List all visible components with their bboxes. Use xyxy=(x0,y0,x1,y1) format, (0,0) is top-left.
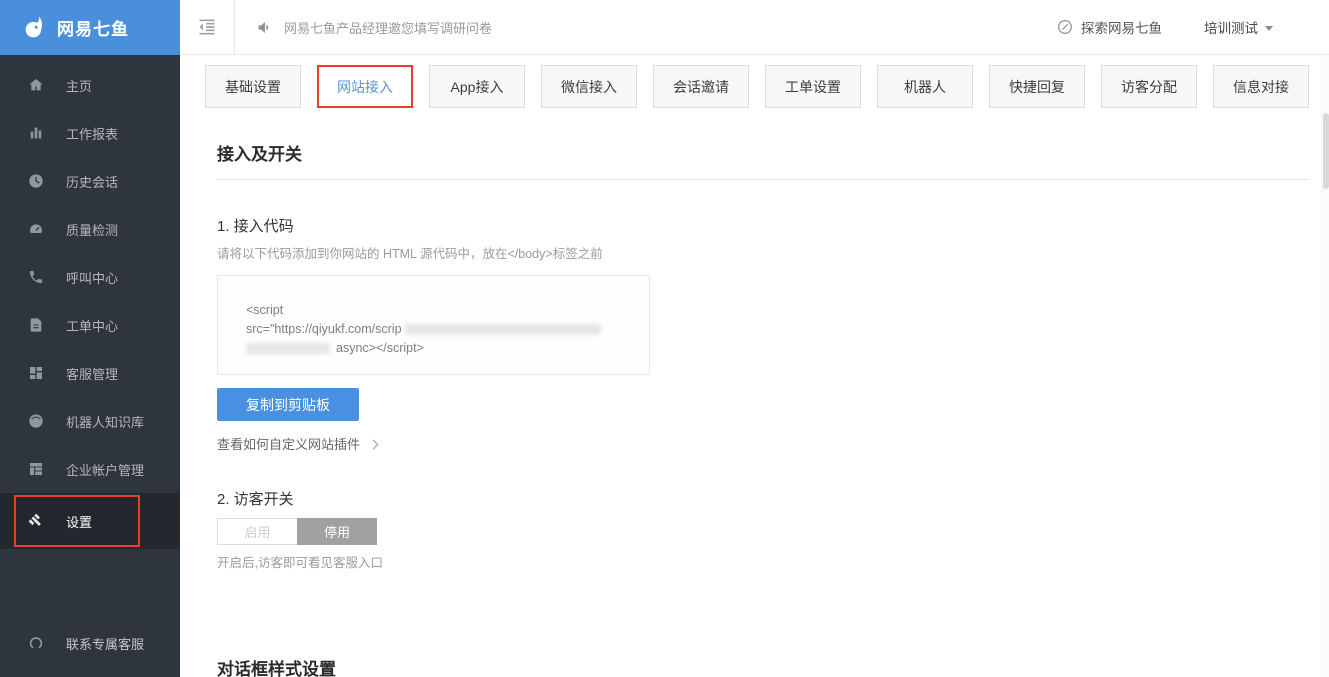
sidebar-item-agent-management[interactable]: 客服管理 xyxy=(0,349,180,397)
tab-visitor-assignment[interactable]: 访客分配 xyxy=(1101,65,1197,108)
sidebar-item-call-center[interactable]: 呼叫中心 xyxy=(0,253,180,301)
app-window: 网易七鱼 主页 工作报表 历史会话 质量检测 呼叫中心 工单中心 客服管理 机器… xyxy=(0,0,1329,677)
qiyu-fish-icon xyxy=(25,16,43,37)
sidebar-item-label: 呼叫中心 xyxy=(66,270,119,286)
tab-ticket-settings[interactable]: 工单设置 xyxy=(765,65,861,108)
headset-icon xyxy=(29,637,43,649)
section-heading-dialog-style: 对话框样式设置 xyxy=(217,655,1309,677)
sidebar-menu: 主页 工作报表 历史会话 质量检测 呼叫中心 工单中心 客服管理 机器人知识库 … xyxy=(0,55,180,549)
sidebar-item-quality[interactable]: 质量检测 xyxy=(0,205,180,253)
customize-plugin-link-label: 查看如何自定义网站插件 xyxy=(217,437,361,452)
sidebar-item-label: 联系专属客服 xyxy=(66,636,145,652)
explore-link[interactable]: 探索网易七鱼 xyxy=(1057,17,1162,37)
phone-icon xyxy=(30,271,42,283)
bar-chart-icon xyxy=(30,127,42,139)
tab-website-integration[interactable]: 网站接入 xyxy=(317,65,413,108)
sidebar-item-enterprise-account[interactable]: 企业帐户管理 xyxy=(0,445,180,493)
scrollbar-thumb[interactable] xyxy=(1323,113,1329,189)
sidebar-item-label: 主页 xyxy=(66,78,93,94)
settings-tab-bar: 基础设置 网站接入 App接入 微信接入 会话邀请 工单设置 机器人 快捷回复 … xyxy=(180,55,1329,108)
explore-label: 探索网易七鱼 xyxy=(1081,21,1162,36)
brand-name: 网易七鱼 xyxy=(57,20,129,39)
chevron-right-icon xyxy=(368,439,379,449)
announcement-banner[interactable]: 网易七鱼产品经理邀您填写调研问卷 xyxy=(255,18,492,37)
table-icon xyxy=(30,463,42,475)
main-panel: 网易七鱼产品经理邀您填写调研问卷 探索网易七鱼 培训测试 基础设置 网站接入 A… xyxy=(180,0,1329,677)
sidebar-item-home[interactable]: 主页 xyxy=(0,61,180,109)
collapse-sidebar-icon[interactable] xyxy=(180,17,234,37)
home-icon xyxy=(29,79,43,91)
tab-app-integration[interactable]: App接入 xyxy=(429,65,525,108)
tab-chat-invitation[interactable]: 会话邀请 xyxy=(653,65,749,108)
tab-data-integration[interactable]: 信息对接 xyxy=(1213,65,1309,108)
announcement-text: 网易七鱼产品经理邀您填写调研问卷 xyxy=(284,20,493,36)
embed-code-block[interactable]: <script src="https://qiyukf.com/scrip as… xyxy=(217,275,650,375)
tab-quick-replies[interactable]: 快捷回复 xyxy=(989,65,1085,108)
tab-wechat-integration[interactable]: 微信接入 xyxy=(541,65,637,108)
step1-description: 请将以下代码添加到你网站的 HTML 源代码中，放在</body>标签之前 xyxy=(217,247,603,261)
disable-button[interactable]: 停用 xyxy=(297,518,377,545)
sidebar-item-label: 历史会话 xyxy=(66,174,119,190)
sidebar-item-label: 工作报表 xyxy=(66,126,119,142)
code-line: src="https://qiyukf.com/scrip xyxy=(246,320,639,339)
sphere-icon xyxy=(29,414,43,428)
sidebar-item-label: 质量检测 xyxy=(66,222,119,238)
customize-plugin-link[interactable]: 查看如何自定义网站插件 xyxy=(217,434,379,453)
section-heading-access-switch: 接入及开关 xyxy=(217,140,1309,180)
sidebar-item-history[interactable]: 历史会话 xyxy=(0,157,180,205)
tab-robot[interactable]: 机器人 xyxy=(877,65,973,108)
sidebar-item-label: 机器人知识库 xyxy=(66,414,145,430)
sidebar-item-reports[interactable]: 工作报表 xyxy=(0,109,180,157)
code-line: <script xyxy=(246,303,284,317)
sidebar-item-label: 企业帐户管理 xyxy=(66,462,145,478)
sidebar-item-tickets[interactable]: 工单中心 xyxy=(0,301,180,349)
top-bar: 网易七鱼产品经理邀您填写调研问卷 探索网易七鱼 培训测试 xyxy=(180,0,1329,55)
sidebar-item-settings[interactable]: 设置 xyxy=(0,493,180,549)
dashboard-icon xyxy=(30,367,42,379)
compass-icon xyxy=(1058,20,1072,34)
document-icon xyxy=(30,318,42,332)
step2-title: 2. 访客开关 xyxy=(217,491,294,508)
visitor-switch-toggle: 启用 停用 xyxy=(217,518,377,545)
speaker-icon xyxy=(258,21,269,33)
hammer-icon xyxy=(28,513,41,526)
sidebar-item-label: 客服管理 xyxy=(66,366,119,382)
account-name: 培训测试 xyxy=(1204,21,1258,36)
account-menu[interactable]: 培训测试 xyxy=(1204,17,1273,37)
gauge-icon xyxy=(30,224,42,233)
step1-title: 1. 接入代码 xyxy=(217,218,294,235)
brand-logo[interactable]: 网易七鱼 xyxy=(0,0,180,55)
clock-icon xyxy=(29,174,43,188)
sidebar-item-label: 设置 xyxy=(66,514,93,530)
code-line: async></script> xyxy=(246,339,639,358)
redacted-text xyxy=(246,343,330,355)
sidebar-item-robot-kb[interactable]: 机器人知识库 xyxy=(0,397,180,445)
copy-to-clipboard-button[interactable]: 复制到剪贴板 xyxy=(217,388,359,421)
caret-down-icon xyxy=(1265,25,1273,31)
step2-hint: 开启后,访客即可看见客服入口 xyxy=(217,556,383,570)
enable-button[interactable]: 启用 xyxy=(217,518,297,545)
divider xyxy=(234,0,235,54)
sidebar-item-contact-support[interactable]: 联系专属客服 xyxy=(0,619,180,667)
tab-content: 接入及开关 1. 接入代码 请将以下代码添加到你网站的 HTML 源代码中，放在… xyxy=(180,108,1329,677)
tab-basic-settings[interactable]: 基础设置 xyxy=(205,65,301,108)
redacted-text xyxy=(404,324,601,336)
scrollbar[interactable] xyxy=(1321,55,1329,677)
sidebar-item-label: 工单中心 xyxy=(66,318,119,334)
sidebar: 网易七鱼 主页 工作报表 历史会话 质量检测 呼叫中心 工单中心 客服管理 机器… xyxy=(0,0,180,677)
